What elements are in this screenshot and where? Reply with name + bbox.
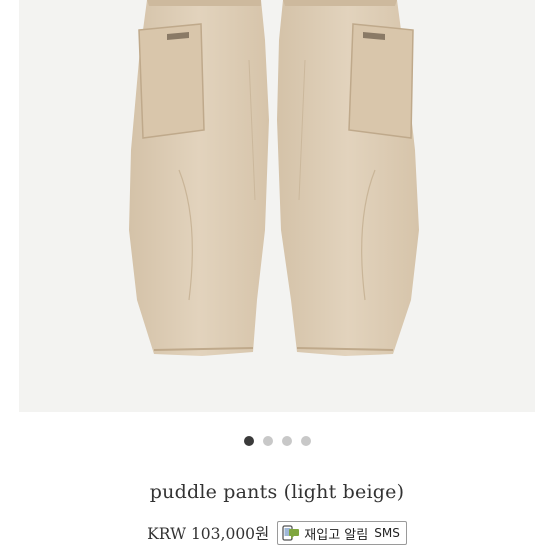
product-title: puddle pants (light beige) — [149, 481, 405, 503]
product-price: KRW 103,000원 — [147, 525, 270, 543]
carousel-dot-1[interactable] — [243, 436, 254, 446]
product-image-gallery[interactable] — [19, 0, 535, 412]
phone-message-icon — [282, 525, 300, 541]
price-row: KRW 103,000원 재입고 알림 SMS — [0, 521, 554, 545]
carousel-indicator — [0, 436, 554, 446]
carousel-dot-2[interactable] — [262, 436, 273, 446]
product-image — [129, 0, 419, 356]
carousel-dot-3[interactable] — [281, 436, 292, 446]
restock-alert-button[interactable]: 재입고 알림 SMS — [277, 521, 407, 545]
restock-label: 재입고 알림 — [304, 527, 369, 543]
sms-label: SMS — [374, 526, 400, 540]
carousel-dot-4[interactable] — [300, 436, 311, 446]
